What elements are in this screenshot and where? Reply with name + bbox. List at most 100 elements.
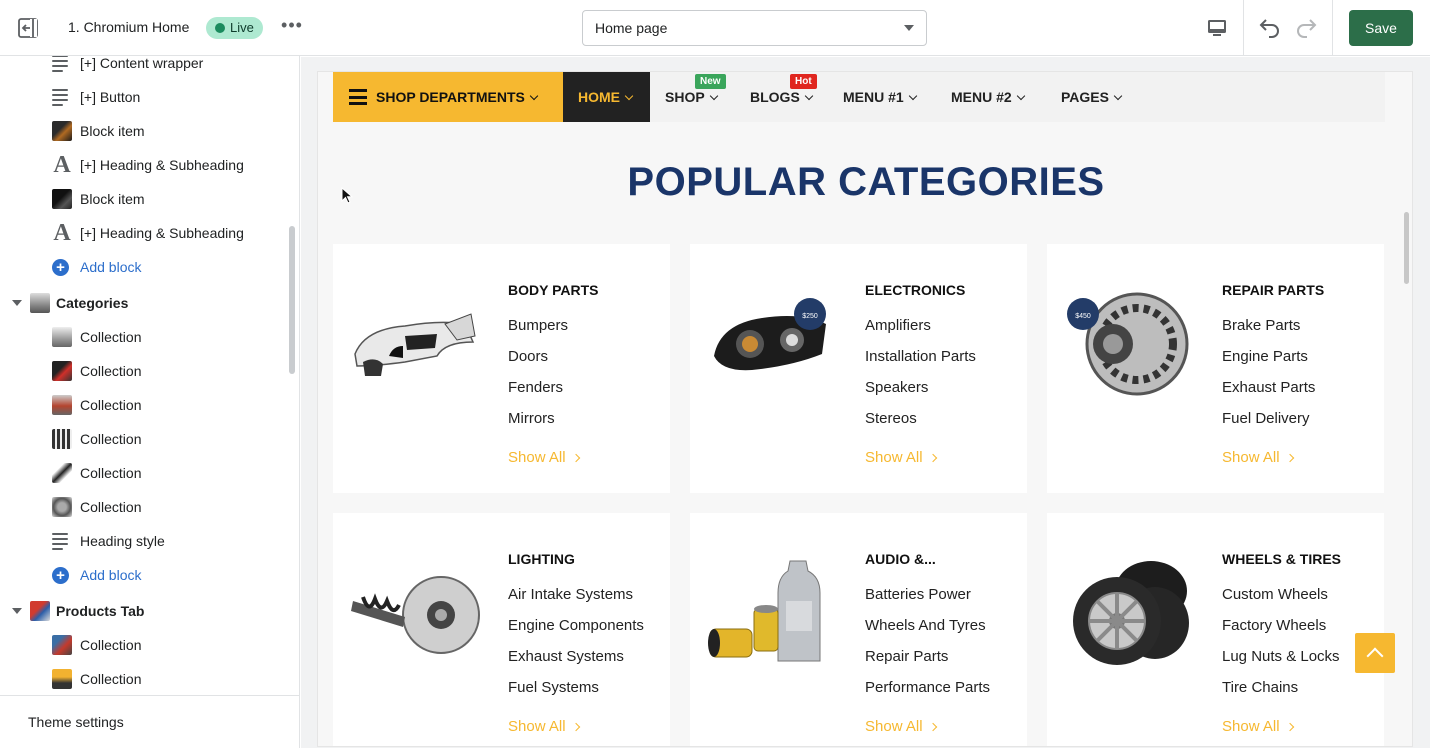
redo-button[interactable] xyxy=(1294,15,1318,39)
category-link[interactable]: Engine Components xyxy=(508,617,644,634)
tree-item-collection[interactable]: Collection xyxy=(0,320,286,354)
tree-item-block-item[interactable]: Block item xyxy=(0,182,286,216)
category-link[interactable]: Fenders xyxy=(508,379,563,396)
divider xyxy=(1332,0,1333,56)
tree-section-products-tab[interactable]: Products Tab xyxy=(0,594,286,628)
category-link[interactable]: Air Intake Systems xyxy=(508,586,633,603)
category-link[interactable]: Repair Parts xyxy=(865,648,948,665)
chevron-down-icon xyxy=(1113,91,1123,101)
category-link[interactable]: Wheels And Tyres xyxy=(865,617,986,634)
new-badge: New xyxy=(695,74,726,89)
lines-icon xyxy=(52,87,72,107)
tree-item-label: Collection xyxy=(80,363,142,379)
add-block-button[interactable]: + Add block xyxy=(0,250,286,284)
category-link[interactable]: Amplifiers xyxy=(865,317,931,334)
nav-item-menu-1[interactable]: MENU #1 xyxy=(843,72,917,122)
tree-item-heading-style[interactable]: Heading style xyxy=(0,524,286,558)
nav-item-label: BLOGS xyxy=(750,89,800,105)
category-link[interactable]: Doors xyxy=(508,348,548,365)
svg-text:$450: $450 xyxy=(1075,313,1091,320)
desktop-view-button[interactable] xyxy=(1204,15,1230,41)
tree-item-collection[interactable]: Collection xyxy=(0,422,286,456)
nav-item-menu-2[interactable]: MENU #2 xyxy=(951,72,1025,122)
exit-button[interactable] xyxy=(14,14,42,42)
tree-item-collection[interactable]: Collection xyxy=(0,662,286,696)
theme-settings-button[interactable]: Theme settings xyxy=(0,695,299,748)
section-thumb-icon xyxy=(30,601,50,621)
exit-icon xyxy=(18,18,38,38)
page-selector[interactable]: Home page xyxy=(582,10,927,46)
show-all-link[interactable]: Show All xyxy=(508,449,580,466)
tree-item-content-wrapper[interactable]: [+] Content wrapper xyxy=(0,56,286,80)
page-selector-value: Home page xyxy=(595,20,668,36)
category-link[interactable]: Lug Nuts & Locks xyxy=(1222,648,1340,665)
tree-item-heading-subheading[interactable]: A [+] Heading & Subheading xyxy=(0,216,286,250)
show-all-label: Show All xyxy=(1222,718,1280,735)
show-all-link[interactable]: Show All xyxy=(508,718,580,735)
category-card: AUDIO &... Batteries Power Wheels And Ty… xyxy=(690,513,1027,746)
category-link[interactable]: Fuel Systems xyxy=(508,679,599,696)
nav-item-home[interactable]: HOME xyxy=(563,72,650,122)
category-link[interactable]: Brake Parts xyxy=(1222,317,1300,334)
chevron-right-icon xyxy=(571,453,580,463)
category-link[interactable]: Tire Chains xyxy=(1222,679,1298,696)
more-actions-button[interactable]: ••• xyxy=(280,16,304,40)
tree-item-collection[interactable]: Collection xyxy=(0,456,286,490)
tree-item-label: [+] Content wrapper xyxy=(80,56,204,71)
scroll-to-top-button[interactable] xyxy=(1355,633,1395,673)
tree-item-collection[interactable]: Collection xyxy=(0,490,286,524)
tree-item-collection[interactable]: Collection xyxy=(0,628,286,662)
category-card: WHEELS & TIRES Custom Wheels Factory Whe… xyxy=(1047,513,1384,746)
category-title: REPAIR PARTS xyxy=(1222,282,1325,298)
tree-item-button[interactable]: [+] Button xyxy=(0,80,286,114)
add-block-label: Add block xyxy=(80,567,142,583)
category-link[interactable]: Speakers xyxy=(865,379,928,396)
tree-section-categories[interactable]: Categories xyxy=(0,286,286,320)
image-thumb-icon xyxy=(52,327,72,347)
category-link[interactable]: Batteries Power xyxy=(865,586,971,603)
category-link[interactable]: Performance Parts xyxy=(865,679,990,696)
category-link[interactable]: Mirrors xyxy=(508,410,555,427)
sidebar-scrollbar[interactable] xyxy=(289,226,295,374)
save-button[interactable]: Save xyxy=(1349,10,1413,46)
tree-item-label: [+] Heading & Subheading xyxy=(80,157,244,173)
category-link[interactable]: Exhaust Systems xyxy=(508,648,624,665)
tree-item-collection[interactable]: Collection xyxy=(0,354,286,388)
category-link[interactable]: Custom Wheels xyxy=(1222,586,1328,603)
lines-icon xyxy=(52,531,72,551)
nav-item-pages[interactable]: PAGES xyxy=(1061,72,1123,122)
category-link[interactable]: Installation Parts xyxy=(865,348,976,365)
add-block-label: Add block xyxy=(80,259,142,275)
live-status-badge: Live xyxy=(206,17,263,39)
shop-departments-button[interactable]: SHOP DEPARTMENTS xyxy=(333,72,563,122)
category-link[interactable]: Engine Parts xyxy=(1222,348,1308,365)
divider xyxy=(1243,0,1244,56)
image-thumb-icon xyxy=(52,361,72,381)
category-link[interactable]: Exhaust Parts xyxy=(1222,379,1315,396)
hamburger-icon xyxy=(349,89,367,105)
nav-item-label: SHOP xyxy=(665,89,705,105)
chevron-right-icon xyxy=(571,722,580,732)
show-all-link[interactable]: Show All xyxy=(1222,718,1294,735)
sections-sidebar: [+] Content wrapper [+] Button Block ite… xyxy=(0,56,300,748)
tree-item-heading-subheading[interactable]: A [+] Heading & Subheading xyxy=(0,148,286,182)
tree-item-label: [+] Heading & Subheading xyxy=(80,225,244,241)
show-all-link[interactable]: Show All xyxy=(865,449,937,466)
tree-item-collection[interactable]: Collection xyxy=(0,388,286,422)
undo-button[interactable] xyxy=(1258,15,1282,39)
category-link[interactable]: Bumpers xyxy=(508,317,568,334)
image-thumb-icon xyxy=(52,189,72,209)
category-link[interactable]: Factory Wheels xyxy=(1222,617,1326,634)
tree-item-label: Collection xyxy=(80,431,142,447)
category-link[interactable]: Stereos xyxy=(865,410,917,427)
nav-item-label: HOME xyxy=(578,89,620,105)
wheels-tires-image xyxy=(1073,561,1189,665)
category-link[interactable]: Fuel Delivery xyxy=(1222,410,1310,427)
section-tree: [+] Content wrapper [+] Button Block ite… xyxy=(0,56,286,696)
show-all-link[interactable]: Show All xyxy=(865,718,937,735)
show-all-link[interactable]: Show All xyxy=(1222,449,1294,466)
chevron-down-icon xyxy=(804,91,814,101)
tree-item-block-item[interactable]: Block item xyxy=(0,114,286,148)
preview-scrollbar[interactable] xyxy=(1404,212,1409,284)
add-block-button[interactable]: + Add block xyxy=(0,558,286,592)
